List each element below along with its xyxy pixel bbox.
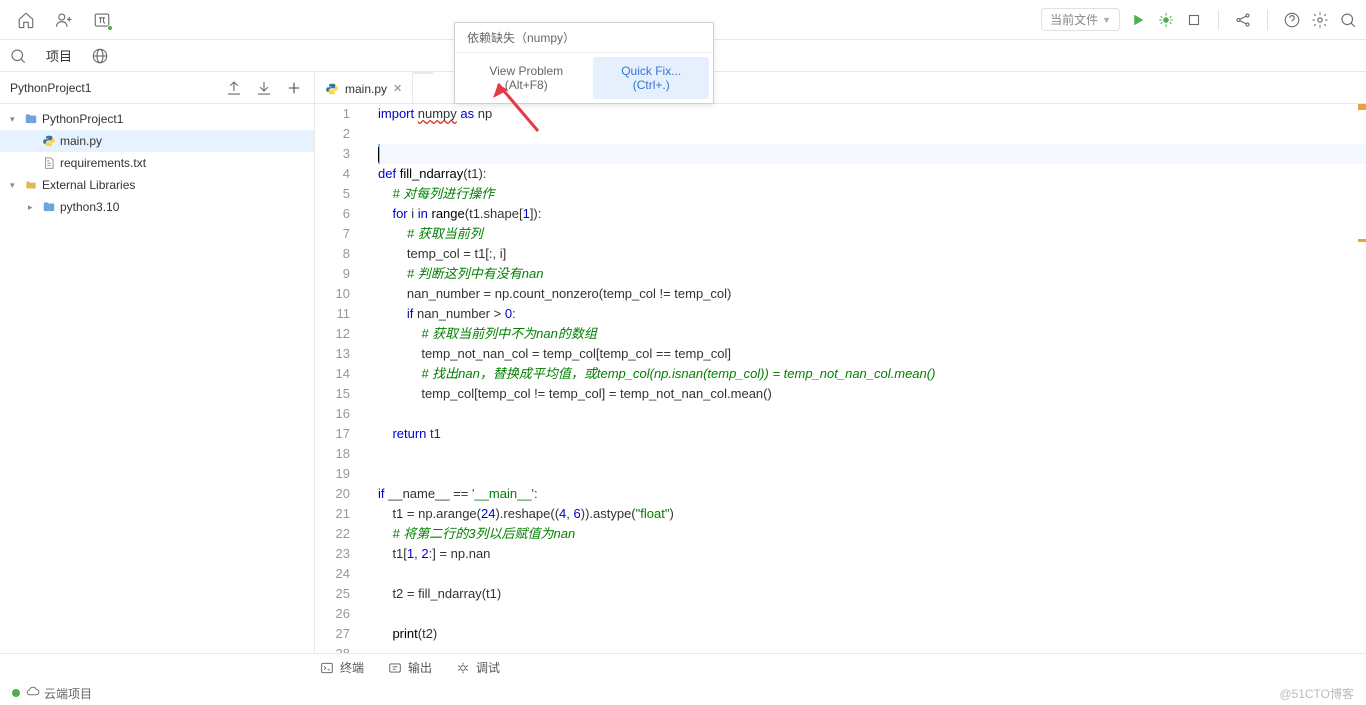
chevron-down-icon: ▼ [1102, 15, 1111, 25]
sidebar-header: PythonProject1 [0, 72, 314, 104]
close-icon[interactable]: ✕ [393, 82, 402, 95]
terminal-tab[interactable]: 终端 [320, 659, 364, 676]
project-label: 项目 [46, 46, 72, 65]
debug-run-icon[interactable] [1156, 10, 1176, 30]
warning-marker [1358, 239, 1366, 242]
file-tree: ▾ PythonProject1 main.py requirements.txt… [0, 104, 314, 653]
add-icon[interactable] [284, 78, 304, 98]
tree-folder-root[interactable]: ▾ PythonProject1 [0, 108, 314, 130]
home-icon[interactable] [16, 10, 36, 30]
view-problem-button[interactable]: View Problem (Alt+F8) [459, 57, 593, 99]
run-icon[interactable] [1128, 10, 1148, 30]
tree-label: requirements.txt [60, 156, 146, 170]
tree-label: main.py [60, 134, 102, 148]
search-icon[interactable] [1338, 10, 1358, 30]
sidebar: PythonProject1 ▾ PythonProject1 main.py r… [0, 72, 315, 653]
tree-folder-python[interactable]: ▸ python3.10 [0, 196, 314, 218]
output-tab[interactable]: 输出 [388, 659, 432, 676]
pi-icon[interactable] [92, 10, 112, 30]
tab-main-py[interactable]: main.py ✕ [315, 72, 413, 103]
status-bar: 云端项目 @51CTO博客 [0, 681, 1366, 705]
chevron-right-icon: ▸ [28, 202, 38, 213]
line-gutter: 1234567891011121314151617181920212223242… [315, 104, 370, 653]
scope-dropdown[interactable]: 当前文件 ▼ [1041, 8, 1120, 31]
tab-secondary[interactable] [413, 72, 433, 103]
bottom-label: 调试 [476, 659, 500, 676]
chevron-down-icon: ▾ [10, 180, 20, 191]
share-icon[interactable] [1233, 10, 1253, 30]
tooltip-title: 依赖缺失（numpy） [455, 23, 713, 53]
tree-label: PythonProject1 [42, 112, 123, 126]
status-cloud[interactable]: 云端项目 [44, 685, 92, 702]
problem-tooltip: 依赖缺失（numpy） View Problem (Alt+F8) Quick … [454, 22, 714, 104]
tab-label: main.py [345, 82, 387, 96]
main-area: PythonProject1 ▾ PythonProject1 main.py r… [0, 72, 1366, 653]
tree-label: python3.10 [60, 200, 119, 214]
bottom-label: 终端 [340, 659, 364, 676]
scope-label: 当前文件 [1050, 11, 1098, 28]
code-editor[interactable]: 1234567891011121314151617181920212223242… [315, 104, 1366, 653]
editor-area: main.py ✕ 依赖缺失（numpy） View Problem (Alt+… [315, 72, 1366, 653]
minimap-markers [1362, 104, 1366, 653]
tree-file-main[interactable]: main.py [0, 130, 314, 152]
status-dot [12, 689, 20, 697]
code-content[interactable]: import numpy as np def fill_ndarray(t1):… [370, 104, 1366, 653]
watermark: @51CTO博客 [1279, 685, 1354, 702]
stop-icon[interactable] [1184, 10, 1204, 30]
debug-tab[interactable]: 调试 [456, 659, 500, 676]
gear-icon[interactable] [1310, 10, 1330, 30]
tree-file-requirements[interactable]: requirements.txt [0, 152, 314, 174]
bottom-label: 输出 [408, 659, 432, 676]
globe-icon[interactable] [90, 46, 110, 66]
quick-fix-button[interactable]: Quick Fix... (Ctrl+.) [593, 57, 709, 99]
help-icon[interactable] [1282, 10, 1302, 30]
upload-icon[interactable] [224, 78, 244, 98]
separator [1267, 10, 1268, 30]
tree-folder-extlib[interactable]: ▾ External Libraries [0, 174, 314, 196]
add-user-icon[interactable] [54, 10, 74, 30]
chevron-down-icon: ▾ [10, 114, 20, 125]
bottom-panel-tabs: 终端 输出 调试 [0, 653, 1366, 681]
search-icon[interactable] [8, 46, 28, 66]
project-name: PythonProject1 [10, 81, 91, 95]
separator [1218, 10, 1219, 30]
download-icon[interactable] [254, 78, 274, 98]
tree-label: External Libraries [42, 178, 135, 192]
warning-marker [1358, 104, 1366, 110]
